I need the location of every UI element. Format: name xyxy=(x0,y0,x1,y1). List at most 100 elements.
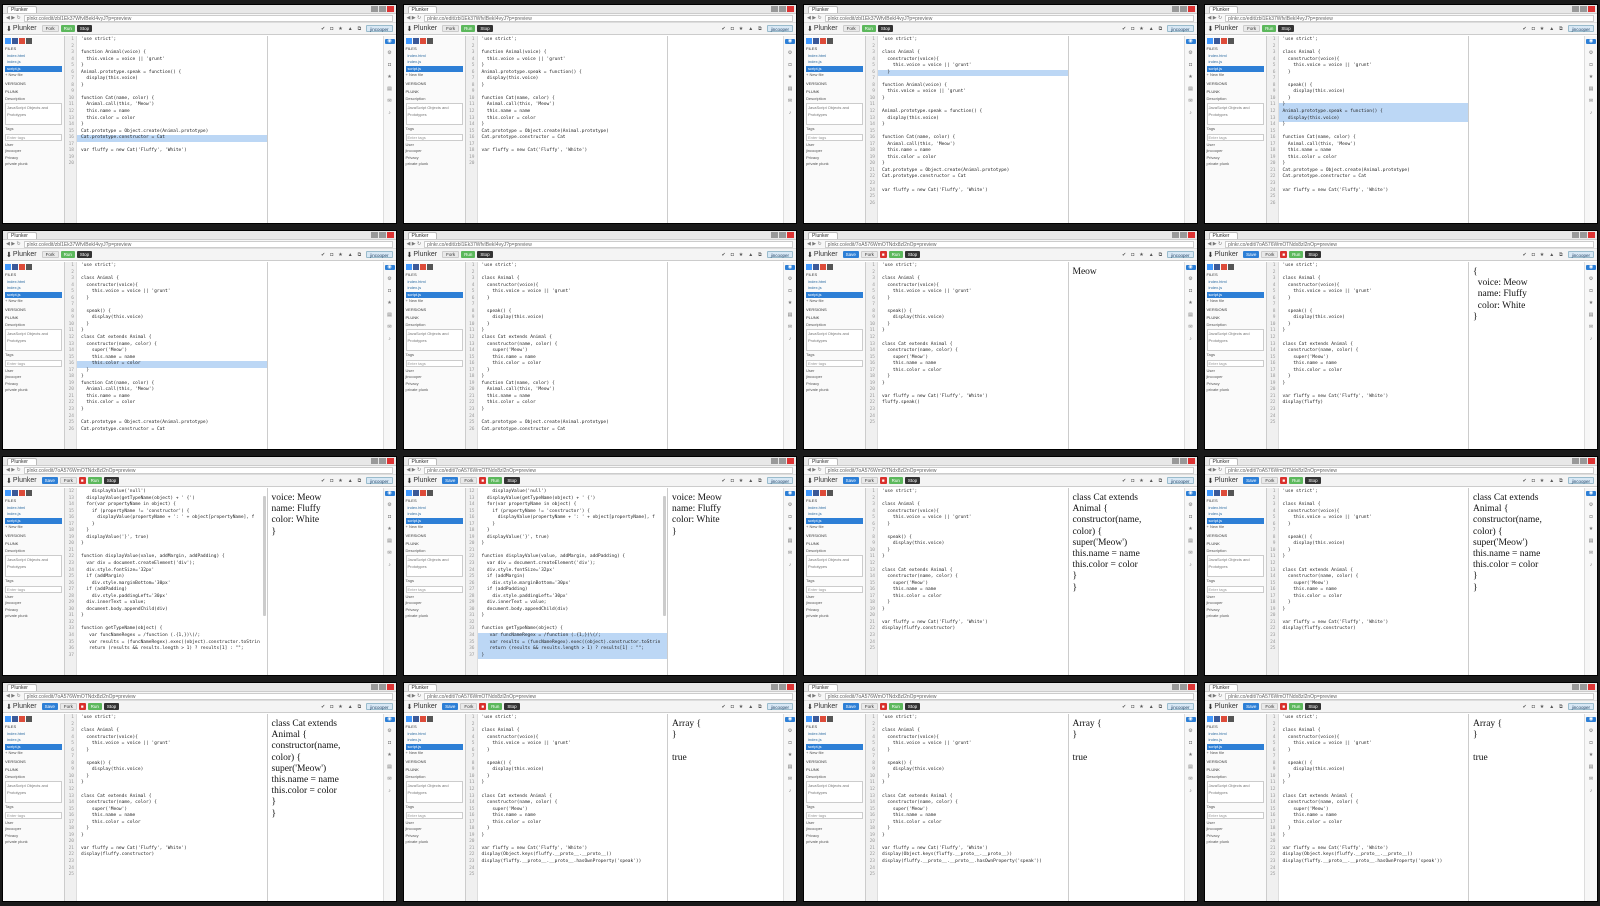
check-icon[interactable]: ✔ xyxy=(1522,26,1526,32)
plunker-logo[interactable]: ⬇ Plunker xyxy=(407,703,438,711)
versions-heading[interactable]: VERSIONS xyxy=(5,533,62,540)
versions-heading[interactable]: VERSIONS xyxy=(406,759,463,766)
external-link-icon[interactable]: ⧉ xyxy=(758,704,762,710)
close-button[interactable] xyxy=(1588,458,1595,464)
versions-heading[interactable]: VERSIONS xyxy=(806,533,863,540)
file-icon[interactable]: ▤ xyxy=(1589,87,1594,92)
gear-icon[interactable]: ⚙ xyxy=(1589,277,1593,282)
github-icon[interactable] xyxy=(827,38,833,44)
file-icon[interactable]: ▤ xyxy=(387,765,392,770)
run-button[interactable]: Run xyxy=(888,477,903,484)
gear-icon[interactable]: ⚙ xyxy=(788,51,792,56)
stop-small-icon[interactable]: ■ xyxy=(1280,703,1288,710)
description-field[interactable]: JavaScript Objects and Prototypes xyxy=(1206,781,1264,803)
code-editor[interactable]: 'use strict'; function Animal(voice) { th… xyxy=(77,36,267,223)
star-icon[interactable]: ★ xyxy=(1139,26,1143,32)
fork-button[interactable]: Fork xyxy=(442,25,460,32)
privacy-value[interactable]: private plunk xyxy=(5,613,62,620)
browser-tab[interactable]: Plunker xyxy=(1208,232,1239,239)
minimize-button[interactable] xyxy=(370,684,378,690)
star-icon[interactable]: ★ xyxy=(338,26,342,32)
user-menu-button[interactable]: jincooper xyxy=(1567,477,1594,484)
twitter-icon[interactable] xyxy=(405,490,412,496)
tags-input[interactable]: Enter tags xyxy=(1206,811,1264,819)
github-icon[interactable] xyxy=(426,264,433,270)
privacy-value[interactable]: private plunk xyxy=(806,613,863,620)
star-icon[interactable]: ★ xyxy=(1540,704,1544,710)
maximize-button[interactable] xyxy=(1179,232,1187,238)
star-icon[interactable]: ★ xyxy=(739,478,743,484)
description-field[interactable]: JavaScript Objects and Prototypes xyxy=(405,781,463,803)
facebook-icon[interactable] xyxy=(813,716,819,722)
fork-button[interactable]: Fork xyxy=(1261,251,1279,258)
privacy-value[interactable]: private plunk xyxy=(806,387,863,394)
gear-icon[interactable]: ⚙ xyxy=(1188,503,1192,508)
browser-tab[interactable]: Plunker xyxy=(1208,6,1239,13)
star-icon[interactable]: ★ xyxy=(788,527,792,532)
camera-icon[interactable]: ◘ xyxy=(1131,704,1134,710)
browser-tab[interactable]: Plunker xyxy=(7,458,37,465)
minimize-button[interactable] xyxy=(771,684,778,690)
minimize-button[interactable] xyxy=(1572,6,1579,12)
code-editor[interactable]: 'use strict'; class Animal { constructor(… xyxy=(478,262,668,449)
star-icon[interactable]: ★ xyxy=(1540,478,1544,484)
twitter-icon[interactable] xyxy=(1206,38,1213,44)
description-field[interactable]: JavaScript Objects and Prototypes xyxy=(806,781,863,803)
description-field[interactable]: JavaScript Objects and Prototypes xyxy=(806,329,863,351)
warning-icon[interactable]: ▲ xyxy=(1149,478,1154,484)
bell-icon[interactable]: ♪ xyxy=(388,111,391,116)
check-icon[interactable]: ✔ xyxy=(1122,478,1126,484)
code-editor[interactable]: displayValue('null') displayValue(getTyp… xyxy=(77,488,267,675)
twitter-icon[interactable] xyxy=(1206,264,1213,270)
stop-button[interactable]: Stop xyxy=(103,477,120,484)
bell-icon[interactable]: ♪ xyxy=(1590,337,1593,342)
external-link-icon[interactable]: ⧉ xyxy=(1559,26,1563,32)
maximize-button[interactable] xyxy=(1580,458,1587,464)
maximize-button[interactable] xyxy=(1179,684,1187,690)
star-icon[interactable]: ★ xyxy=(1188,527,1192,532)
user-menu-button[interactable]: jincooper xyxy=(1167,477,1194,484)
file-icon[interactable]: ▤ xyxy=(387,313,392,318)
stop-button[interactable]: Stop xyxy=(76,251,93,258)
new-file-button[interactable]: + New file xyxy=(406,298,463,305)
minimize-button[interactable] xyxy=(370,6,378,12)
save-button[interactable]: Save xyxy=(41,703,58,710)
google-plus-icon[interactable] xyxy=(419,490,426,496)
star-icon[interactable]: ★ xyxy=(338,478,342,484)
external-link-icon[interactable]: ⧉ xyxy=(1159,704,1163,710)
eye-icon[interactable]: ◉ xyxy=(785,265,795,270)
browser-tab[interactable]: Plunker xyxy=(407,458,438,465)
fork-button[interactable]: Fork xyxy=(860,477,878,484)
stop-button[interactable]: Stop xyxy=(504,703,520,710)
twitter-icon[interactable] xyxy=(5,264,11,270)
plunker-logo[interactable]: ⬇ Plunker xyxy=(1208,25,1239,33)
external-link-icon[interactable]: ⧉ xyxy=(1159,26,1163,32)
twitter-icon[interactable] xyxy=(405,38,412,44)
external-link-icon[interactable]: ⧉ xyxy=(758,26,762,32)
camera-icon[interactable]: ◘ xyxy=(1131,252,1134,258)
privacy-value[interactable]: private plunk xyxy=(406,839,463,846)
check-icon[interactable]: ✔ xyxy=(1522,704,1526,710)
google-plus-icon[interactable] xyxy=(419,716,426,722)
close-button[interactable] xyxy=(787,6,794,12)
github-icon[interactable] xyxy=(426,716,433,722)
minimize-button[interactable] xyxy=(771,6,778,12)
minimize-button[interactable] xyxy=(1572,232,1579,238)
code-editor[interactable]: 'use strict'; class Animal { constructor(… xyxy=(1279,714,1469,901)
user-menu-button[interactable]: jincooper xyxy=(766,251,793,258)
save-button[interactable]: Save xyxy=(1243,703,1260,710)
google-plus-icon[interactable] xyxy=(1220,490,1227,496)
run-button[interactable]: Run xyxy=(60,251,75,258)
file-icon[interactable]: ▤ xyxy=(1589,539,1594,544)
eye-icon[interactable]: ◉ xyxy=(1185,491,1196,496)
description-field[interactable]: JavaScript Objects and Prototypes xyxy=(405,555,463,577)
browser-tab[interactable]: Plunker xyxy=(7,6,37,13)
nav-arrows-icon[interactable]: ◀ ▶ ↻ xyxy=(807,14,822,23)
comment-icon[interactable]: ✉ xyxy=(1188,777,1192,782)
warning-icon[interactable]: ▲ xyxy=(1549,704,1554,710)
new-file-button[interactable]: + New file xyxy=(5,72,62,79)
warning-icon[interactable]: ▲ xyxy=(348,478,353,484)
star-icon[interactable]: ★ xyxy=(387,527,391,532)
tags-input[interactable]: Enter tags xyxy=(5,585,62,593)
google-plus-icon[interactable] xyxy=(820,38,826,44)
